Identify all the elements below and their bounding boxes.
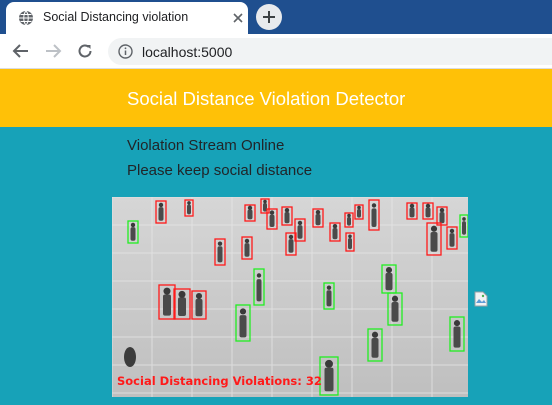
person-head	[297, 220, 303, 226]
person-figure	[326, 290, 332, 307]
violation-overlay-text: Social Distancing Violations: 32	[117, 374, 322, 388]
person-figure	[178, 297, 186, 316]
person-figure	[371, 208, 377, 227]
address-bar[interactable]: localhost:5000	[108, 38, 552, 65]
person-head	[332, 224, 338, 229]
person-figure	[425, 207, 431, 218]
person-head	[217, 241, 223, 246]
browser-toolbar: localhost:5000	[0, 34, 552, 69]
person-head	[371, 203, 377, 208]
person-head	[269, 210, 275, 215]
person-head	[247, 205, 253, 211]
person-head	[288, 234, 294, 240]
person-figure	[297, 225, 303, 239]
person-figure	[158, 207, 164, 221]
person-head	[348, 234, 352, 239]
browser-tab-strip: Social Distancing violation	[0, 0, 552, 34]
back-arrow-icon[interactable]	[12, 42, 30, 60]
person-figure	[347, 216, 351, 226]
person-head	[263, 199, 267, 204]
person-figure	[187, 204, 191, 215]
video-frame: Social Distancing Violations: 32	[112, 197, 468, 397]
person-figure	[324, 367, 334, 392]
person-head	[430, 225, 438, 232]
person-head	[357, 205, 361, 210]
person-head	[326, 285, 332, 290]
person-head	[158, 202, 164, 208]
person-figure	[391, 301, 399, 322]
tab-title: Social Distancing violation	[43, 10, 189, 24]
person-head	[325, 359, 333, 368]
person-head	[195, 292, 203, 300]
person-head	[187, 201, 191, 205]
person-head	[409, 203, 415, 209]
person-head	[239, 308, 247, 315]
globe-icon	[18, 10, 34, 26]
url-text: localhost:5000	[142, 44, 233, 60]
person-figure	[449, 233, 455, 247]
person-figure	[357, 208, 361, 218]
app-header: Social Distance Violation Detector	[0, 69, 552, 127]
forward-arrow-icon[interactable]	[44, 42, 62, 60]
broken-image-icon	[474, 291, 488, 307]
person-figure	[239, 315, 247, 338]
person-figure	[371, 337, 379, 358]
person-figure	[247, 209, 253, 220]
video-stream: Social Distancing Violations: 32	[112, 197, 468, 397]
person-figure	[269, 214, 275, 227]
person-figure	[244, 243, 250, 257]
close-icon[interactable]	[230, 10, 246, 26]
person-figure	[430, 231, 438, 252]
distance-notice: Please keep social distance	[127, 162, 313, 179]
plus-icon	[263, 11, 275, 23]
person-figure	[163, 294, 171, 316]
person-head	[130, 222, 136, 228]
person-head	[284, 208, 290, 213]
person-figure	[217, 246, 223, 263]
person-head	[391, 295, 399, 302]
person-figure	[332, 228, 338, 240]
stream-status: Violation Stream Online	[127, 137, 285, 154]
person-figure	[315, 214, 321, 226]
person-figure	[124, 347, 136, 367]
person-head	[439, 208, 445, 213]
person-head	[385, 266, 393, 274]
browser-tab[interactable]: Social Distancing violation	[6, 2, 248, 34]
person-head	[453, 320, 461, 327]
person-figure	[462, 221, 466, 235]
person-figure	[453, 326, 461, 348]
person-figure	[288, 239, 294, 253]
person-figure	[195, 298, 203, 317]
info-icon[interactable]	[118, 44, 133, 59]
person-head	[462, 217, 466, 221]
person-head	[425, 203, 431, 209]
person-head	[163, 287, 171, 295]
person-head	[256, 273, 262, 278]
person-head	[347, 213, 351, 218]
person-figure	[348, 238, 352, 250]
person-figure	[256, 279, 262, 302]
person-figure	[130, 227, 136, 241]
new-tab-button[interactable]	[256, 4, 282, 30]
person-figure	[385, 272, 393, 291]
page-title: Social Distance Violation Detector	[127, 88, 406, 109]
person-head	[315, 210, 321, 215]
reload-icon[interactable]	[76, 42, 94, 60]
person-head	[178, 290, 186, 298]
person-head	[449, 228, 455, 234]
person-figure	[284, 212, 290, 224]
person-figure	[409, 207, 415, 218]
person-head	[371, 331, 379, 338]
person-head	[244, 238, 250, 244]
person-figure	[439, 212, 445, 224]
